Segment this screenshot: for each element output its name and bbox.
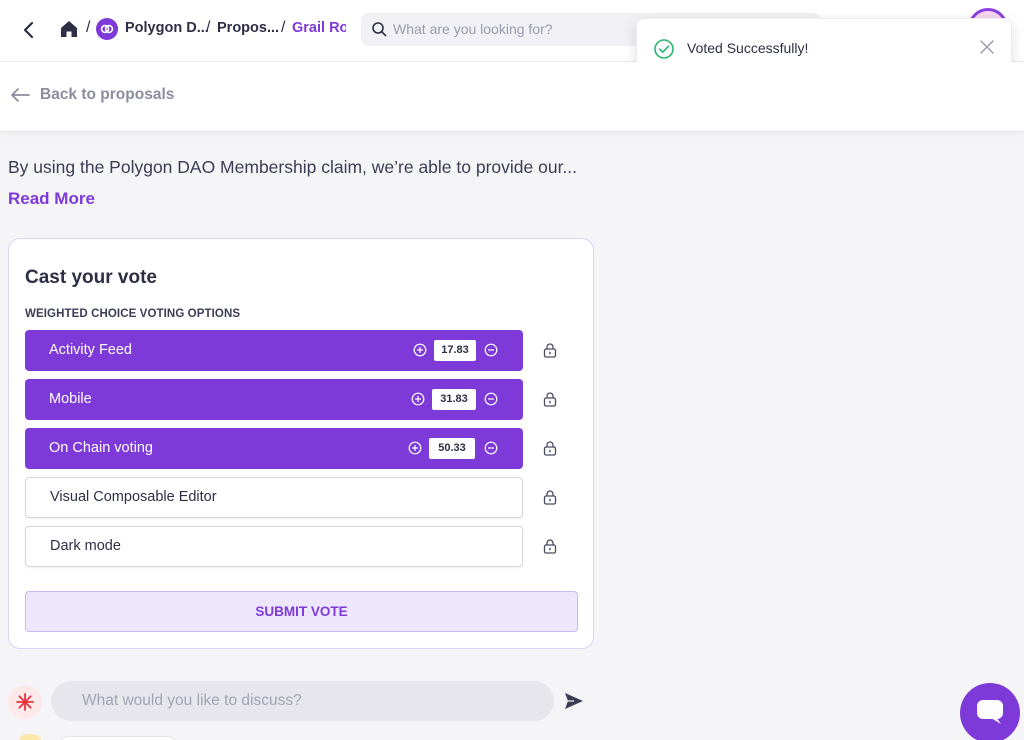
check-circle-icon [654, 39, 674, 59]
lock-icon[interactable] [543, 490, 557, 505]
vote-option-label: Activity Feed [49, 342, 132, 358]
vote-weight-value[interactable]: 17.83 [434, 340, 476, 361]
home-icon[interactable] [59, 19, 79, 39]
chat-button[interactable] [960, 683, 1020, 740]
send-icon[interactable] [563, 690, 585, 712]
close-icon[interactable] [979, 39, 995, 55]
vote-option-label: On Chain voting [49, 440, 153, 456]
partial-element [60, 736, 176, 740]
discussion-input[interactable] [51, 681, 554, 721]
breadcrumb-separator: / [206, 19, 211, 36]
vote-option-dark-mode[interactable]: Dark mode [25, 526, 523, 567]
plus-circle-icon[interactable] [413, 343, 427, 357]
toast-message: Voted Successfully! [687, 40, 809, 56]
back-to-proposals-link[interactable]: Back to proposals [10, 86, 174, 104]
vote-weight-value[interactable]: 31.83 [432, 389, 476, 410]
minus-circle-icon[interactable] [484, 392, 498, 406]
sub-header: Back to proposals [0, 62, 1024, 132]
arrow-left-icon [11, 88, 30, 102]
vote-option-label: Mobile [49, 391, 92, 407]
minus-circle-icon[interactable] [484, 343, 498, 357]
vote-option-activity-feed[interactable]: Activity Feed 17.83 [25, 330, 523, 371]
vote-option-label: Dark mode [50, 538, 121, 554]
polygon-logo-icon [96, 18, 118, 40]
breadcrumb-separator: / [86, 19, 91, 36]
minus-circle-icon[interactable] [484, 441, 498, 455]
breadcrumb-dao[interactable]: Polygon D... [125, 20, 209, 36]
vote-weight-value[interactable]: 50.33 [429, 438, 475, 459]
partial-avatar [18, 734, 42, 740]
lock-icon[interactable] [543, 441, 557, 456]
back-to-proposals-label: Back to proposals [40, 86, 175, 103]
vote-option-visual-composable-editor[interactable]: Visual Composable Editor [25, 477, 523, 518]
vote-card-title: Cast your vote [25, 267, 157, 288]
breadcrumb-separator: / [281, 19, 286, 36]
read-more-link[interactable]: Read More [8, 189, 95, 209]
lock-icon[interactable] [543, 392, 557, 407]
submit-vote-button[interactable]: SUBMIT VOTE [25, 591, 578, 632]
vote-option-on-chain-voting[interactable]: On Chain voting 50.33 [25, 428, 523, 469]
breadcrumb-current[interactable]: Grail Ro: [292, 20, 346, 36]
search-icon [372, 22, 387, 37]
breadcrumb-proposals[interactable]: Propos... [217, 20, 279, 36]
chevron-left-icon[interactable] [20, 20, 38, 40]
lock-icon[interactable] [543, 539, 557, 554]
voting-options-heading: WEIGHTED CHOICE VOTING OPTIONS [25, 308, 241, 320]
plus-circle-icon[interactable] [411, 392, 425, 406]
plus-circle-icon[interactable] [408, 441, 422, 455]
vote-option-label: Visual Composable Editor [50, 489, 217, 505]
chat-icon [977, 700, 1003, 724]
cast-vote-card: Cast your vote WEIGHTED CHOICE VOTING OP… [8, 238, 594, 649]
asterisk-icon [8, 685, 42, 719]
proposal-summary: By using the Polygon DAO Membership clai… [8, 157, 578, 177]
vote-option-mobile[interactable]: Mobile 31.83 [25, 379, 523, 420]
lock-icon[interactable] [543, 343, 557, 358]
